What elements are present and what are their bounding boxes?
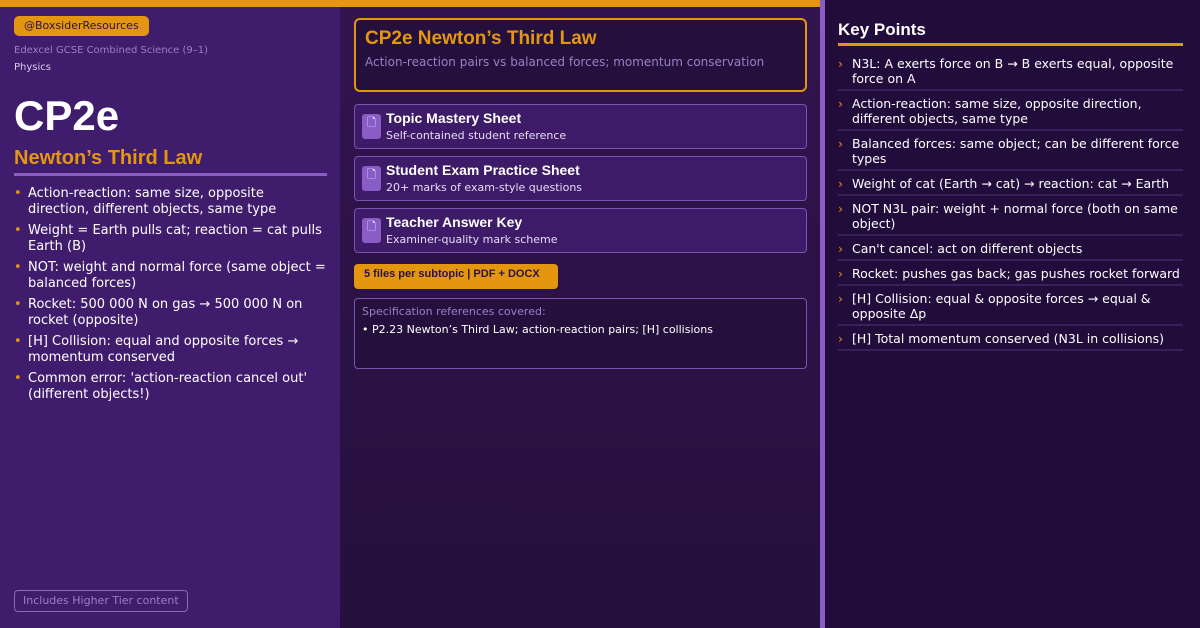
higher-tier-badge: Includes Higher Tier content <box>14 590 188 612</box>
key-point-item: › [H] Collision: equal & opposite forces … <box>838 287 1183 326</box>
chevron-right-icon: › <box>838 96 843 111</box>
topic-code: CP2e <box>14 92 120 139</box>
key-point-item: › NOT N3L pair: weight + normal force (bo… <box>838 197 1183 236</box>
chevron-right-icon: › <box>838 136 843 151</box>
key-point-item: › Balanced forces: same object; can be di… <box>838 132 1183 171</box>
key-point-item: › Action-reaction: same size, opposite di… <box>838 92 1183 131</box>
top-accent-bar <box>0 0 820 7</box>
file-card-topic-mastery-sheet[interactable]: 🗋 Topic Mastery Sheet Self-contained stu… <box>354 104 807 149</box>
file-description: Self-contained student reference <box>386 129 567 142</box>
file-title: Teacher Answer Key <box>386 214 523 230</box>
spec-references-card: Specification references covered: • P2.2… <box>354 298 807 369</box>
key-points-title: Key Points <box>838 20 926 39</box>
file-card-student-exam-practice-sheet[interactable]: 🗋 Student Exam Practice Sheet 20+ marks … <box>354 156 807 201</box>
key-points-list: › N3L: A exerts force on B → B exerts equ… <box>838 52 1183 352</box>
key-points-underline <box>838 43 1183 46</box>
topic-title: Newton’s Third Law <box>14 147 203 169</box>
chevron-right-icon: › <box>838 176 843 191</box>
bullet-icon: • <box>14 260 22 275</box>
key-point-item: › [H] Total momentum conserved (N3L in co… <box>838 327 1183 351</box>
file-title: Topic Mastery Sheet <box>386 110 522 126</box>
chevron-right-icon: › <box>838 201 843 216</box>
bullet-icon: • <box>14 297 22 312</box>
chevron-right-icon: › <box>838 266 843 281</box>
spec-heading: Specification references covered: <box>362 305 546 318</box>
title-underline <box>14 173 327 176</box>
key-point-item: › Weight of cat (Earth → cat) → reaction:… <box>838 172 1183 196</box>
summary-list: • Action-reaction: same size, opposite di… <box>14 186 327 408</box>
summary-item: • NOT: weight and normal force (same obje… <box>14 260 326 291</box>
summary-item: • [H] Collision: equal and opposite force… <box>14 334 299 365</box>
key-point-item: › Can't cancel: act on different objects <box>838 237 1183 261</box>
summary-item: • Rocket: 500 000 N on gas → 500 000 N on… <box>14 297 303 328</box>
files-per-subtopic-badge: 5 files per subtopic | PDF + DOCX <box>354 264 558 289</box>
bullet-icon: • <box>14 334 22 349</box>
exam-board: Edexcel GCSE Combined Science (9–1) <box>14 45 209 56</box>
key-point-item: › Rocket: pushes gas back; gas pushes roc… <box>838 262 1183 286</box>
header-card: CP2e Newton’s Third Law Action-reaction … <box>354 18 807 92</box>
header-subtitle: Action-reaction pairs vs balanced forces… <box>365 55 765 69</box>
brand-handle-badge[interactable]: @BoxsiderResources <box>14 16 149 36</box>
summary-item: • Action-reaction: same size, opposite di… <box>14 186 277 217</box>
bullet-icon: • <box>14 223 22 238</box>
document-icon: 🗋 <box>362 114 381 139</box>
bullet-icon: • <box>14 371 22 386</box>
document-icon: 🗋 <box>362 218 381 243</box>
header-title: CP2e Newton’s Third Law <box>365 28 597 49</box>
file-card-teacher-answer-key[interactable]: 🗋 Teacher Answer Key Examiner-quality ma… <box>354 208 807 253</box>
chevron-right-icon: › <box>838 291 843 306</box>
bullet-icon: • <box>14 186 22 201</box>
document-icon: 🗋 <box>362 166 381 191</box>
summary-item: • Common error: 'action-reaction cancel o… <box>14 371 308 402</box>
chevron-right-icon: › <box>838 331 843 346</box>
subject-label: Physics <box>14 62 51 73</box>
summary-item: • Weight = Earth pulls cat; reaction = ca… <box>14 223 322 254</box>
spec-reference: • P2.23 Newton’s Third Law; action-react… <box>362 323 713 336</box>
file-description: Examiner-quality mark scheme <box>386 233 558 246</box>
file-title: Student Exam Practice Sheet <box>386 162 580 178</box>
chevron-right-icon: › <box>838 241 843 256</box>
file-description: 20+ marks of exam-style questions <box>386 181 583 194</box>
chevron-right-icon: › <box>838 56 843 71</box>
key-point-item: › N3L: A exerts force on B → B exerts equ… <box>838 52 1183 91</box>
